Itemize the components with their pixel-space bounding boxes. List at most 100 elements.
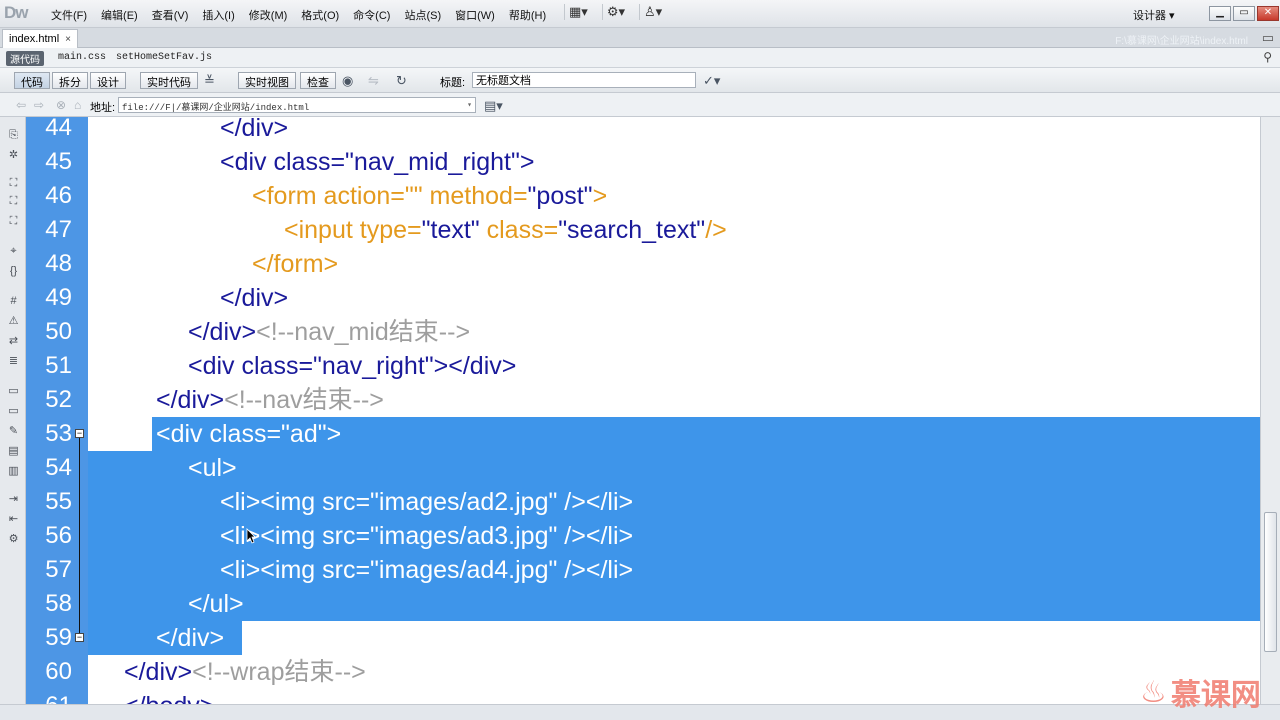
code-line[interactable]: </div> (220, 283, 288, 313)
site-icon[interactable]: ♙▾ (639, 4, 666, 20)
layout-icon[interactable]: ▦▾ (564, 4, 592, 20)
code-line[interactable]: </div><!--nav结束--> (156, 385, 384, 415)
code-line[interactable]: </div><!--nav_mid结束--> (188, 317, 470, 347)
code-line[interactable]: </div> (220, 117, 288, 143)
split-view-button[interactable]: 拆分 (52, 72, 88, 89)
collapse-tag-icon[interactable]: ⛶ (7, 177, 20, 190)
filter-icon[interactable]: ⚲ (1263, 50, 1272, 64)
stop-icon[interactable]: ⊗ (56, 98, 66, 112)
menu-item[interactable]: 帮助(H) (502, 7, 553, 23)
syntax-coloring-icon[interactable]: ⇄ (7, 335, 20, 348)
show-code-navigator-icon[interactable]: ✲ (7, 149, 20, 162)
vertical-scrollbar[interactable] (1260, 117, 1280, 704)
close-button[interactable]: ✕ (1257, 6, 1279, 21)
move-css-icon[interactable]: ▥ (7, 465, 20, 478)
line-numbers-icon[interactable]: # (7, 295, 20, 308)
address-input[interactable]: file:///F|/慕课网/企业网站/index.html ▾ (118, 97, 476, 113)
code-token: </div> (156, 386, 225, 414)
source-code-button[interactable]: 源代码 (6, 51, 44, 66)
restore-button[interactable]: ▭ (1233, 6, 1255, 21)
code-line[interactable]: </div><!--wrap结束--> (124, 657, 366, 687)
code-token: <li><img src="images/ad2.jpg" /></li> (220, 488, 634, 516)
select-parent-tag-icon[interactable]: ⌖ (7, 245, 20, 258)
menu-item[interactable]: 修改(M) (242, 7, 295, 23)
title-input[interactable] (472, 72, 696, 88)
flame-icon: ♨ (1140, 675, 1167, 709)
fold-toggle-icon[interactable]: − (75, 633, 84, 642)
scrollbar-thumb[interactable] (1264, 512, 1277, 652)
code-editor[interactable]: </div> <div class="nav_mid_right"> <form a… (88, 117, 1260, 704)
code-line[interactable]: <div class="nav_mid_right"> (220, 147, 534, 177)
code-line[interactable]: </body> (124, 691, 214, 704)
code-token: <div class="ad"> (156, 420, 342, 448)
code-line[interactable]: <li><img src="images/ad2.jpg" /></li> (220, 487, 633, 517)
code-line[interactable]: <li><img src="images/ad4.jpg" /></li> (220, 555, 633, 585)
code-token: </div> (188, 318, 257, 346)
open-documents-icon[interactable]: ⎘ (7, 129, 20, 142)
code-line[interactable]: <input type="text" class="search_text"/> (284, 215, 727, 245)
auto-indent-icon[interactable]: ≣ (7, 355, 20, 368)
code-line[interactable]: <form action="" method="post"> (252, 181, 607, 211)
code-line[interactable]: </ul> (188, 589, 244, 619)
related-file-main-css[interactable]: main.css (58, 52, 106, 63)
code-token: /> (705, 216, 727, 244)
menu-item[interactable]: 插入(I) (195, 7, 241, 23)
menu-item[interactable]: 站点(S) (397, 7, 448, 23)
tab-close-icon[interactable]: × (65, 34, 71, 45)
collapse-selection-icon[interactable]: ⛶ (7, 195, 20, 208)
code-token: "search_text" (558, 216, 706, 244)
workspace-label: 设计器 (1133, 10, 1166, 22)
code-navigator-icon[interactable]: ≚ (204, 73, 215, 89)
code-line[interactable]: <div class="nav_right"></div> (188, 351, 516, 381)
code-line[interactable]: <div class="ad"> (156, 419, 341, 449)
expand-all-icon[interactable]: ⛶ (7, 215, 20, 228)
check-page-icon[interactable]: ✓▾ (703, 73, 720, 89)
browser-preview-icon[interactable]: ◉ (342, 73, 353, 89)
file-management-icon[interactable]: ⇋ (368, 73, 379, 89)
format-source-icon[interactable]: ⚙ (7, 533, 20, 546)
code-line[interactable]: <ul> (188, 453, 237, 483)
balance-braces-icon[interactable]: {} (7, 265, 20, 278)
selection-highlight (88, 587, 1260, 621)
apply-comment-icon[interactable]: ▭ (7, 385, 20, 398)
live-code-button[interactable]: 实时代码 (140, 72, 198, 89)
inspect-button[interactable]: 检查 (300, 72, 336, 89)
related-file-sethomesetfav-js[interactable]: setHomeSetFav.js (116, 52, 212, 63)
menu-item[interactable]: 命令(C) (346, 7, 397, 23)
fold-toggle-icon[interactable]: − (75, 429, 84, 438)
address-dropdown-icon[interactable]: ▾ (467, 100, 472, 110)
code-line[interactable]: <li><img src="images/ad3.jpg" /></li> (220, 521, 633, 551)
code-token: "post" (527, 182, 593, 210)
indent-code-icon[interactable]: ⇥ (7, 493, 20, 506)
menu-item[interactable]: 查看(V) (145, 7, 196, 23)
gear-icon[interactable]: ⚙▾ (601, 4, 629, 20)
menu-item[interactable]: 文件(F) (44, 7, 94, 23)
title-label: 标题: (440, 77, 466, 89)
code-token: </div> (220, 117, 289, 142)
menu-item[interactable]: 窗口(W) (448, 7, 502, 23)
line-number: 51 (45, 352, 72, 379)
forward-icon[interactable]: ⇨ (34, 98, 44, 112)
remove-comment-icon[interactable]: ▭ (7, 405, 20, 418)
tab-index-html[interactable]: index.html × (2, 29, 78, 48)
wrap-tag-icon[interactable]: ✎ (7, 425, 20, 438)
live-view-button[interactable]: 实时视图 (238, 72, 296, 89)
code-line[interactable]: </form> (252, 249, 338, 279)
refresh-icon[interactable]: ↻ (396, 73, 407, 89)
code-line[interactable]: </div> (156, 623, 224, 653)
home-icon[interactable]: ⌂ (74, 98, 81, 112)
design-view-button[interactable]: 设计 (90, 72, 126, 89)
menu-item[interactable]: 编辑(E) (94, 7, 145, 23)
restore-doc-icon[interactable]: ▭ (1262, 30, 1274, 46)
workspace-switcher[interactable]: 设计器 ▾ (1133, 7, 1175, 23)
menu-list: 文件(F) 编辑(E) 查看(V) 插入(I) 修改(M) 格式(O) 命令(C) 站点(S)… (44, 7, 553, 23)
visual-aids-icon[interactable]: ▤▾ (484, 98, 503, 114)
outdent-code-icon[interactable]: ⇤ (7, 513, 20, 526)
minimize-button[interactable]: ▁ (1209, 6, 1231, 21)
code-view-button[interactable]: 代码 (14, 72, 50, 89)
recent-snippets-icon[interactable]: ▤ (7, 445, 20, 458)
highlight-invalid-icon[interactable]: ⚠ (7, 315, 20, 328)
back-icon[interactable]: ⇦ (16, 98, 26, 112)
fold-bracket-line (79, 433, 80, 637)
menu-item[interactable]: 格式(O) (294, 7, 346, 23)
